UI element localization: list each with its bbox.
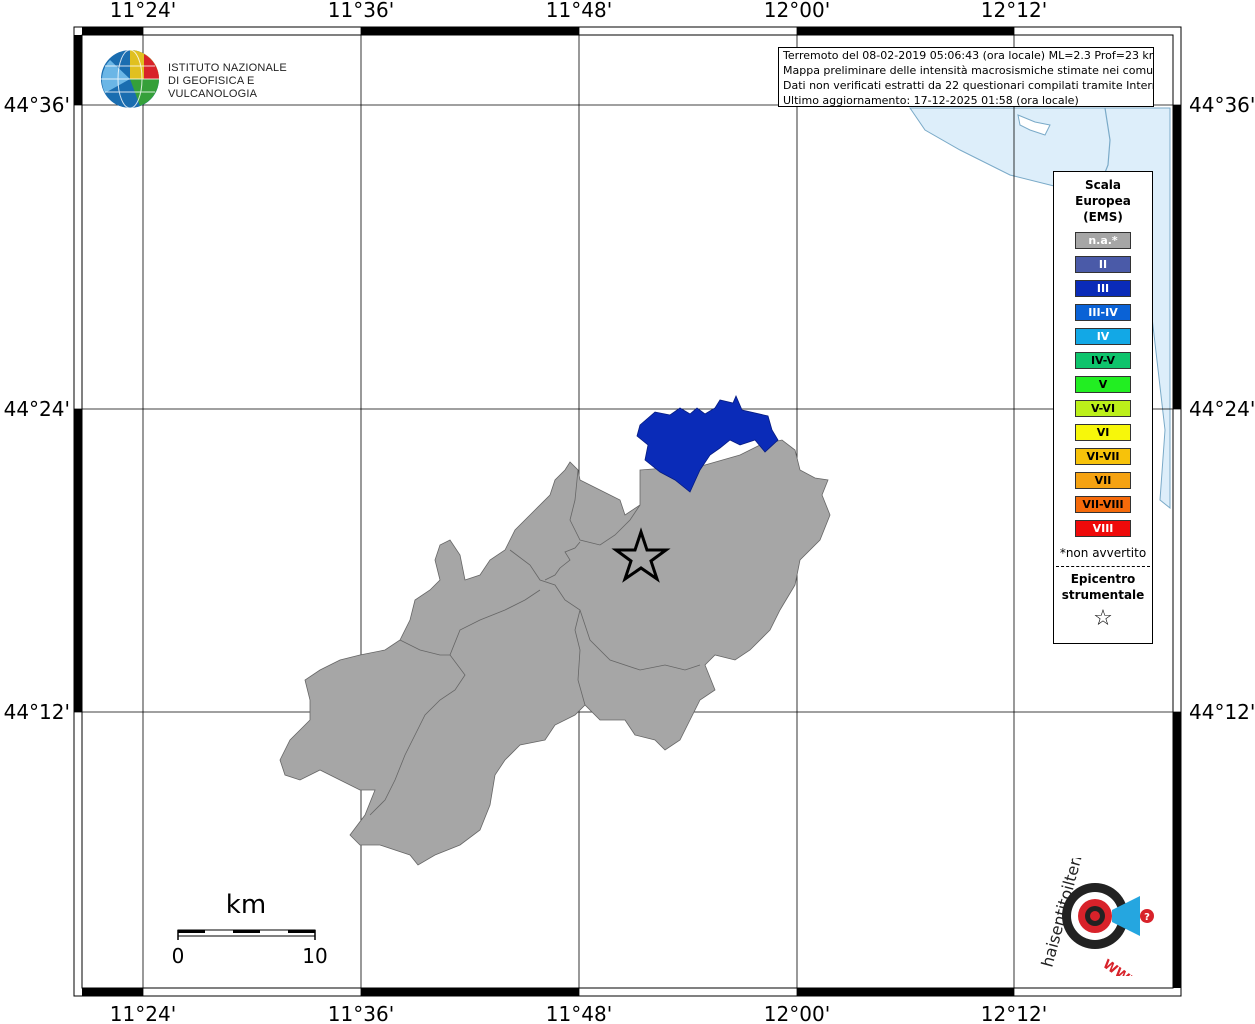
scale-end: 10	[302, 944, 327, 968]
legend-item: VII-VIII	[1075, 496, 1131, 513]
lon-labels-bottom: 11°24' 11°36' 11°48' 12°00' 12°12'	[110, 1002, 1047, 1024]
lat-label: 44°12'	[4, 700, 70, 724]
legend-note: *non avvertito	[1059, 546, 1147, 560]
lon-label: 12°12'	[981, 1002, 1047, 1024]
scale-bar: km 0 10	[172, 890, 328, 968]
legend-title: Scala Europea (EMS)	[1075, 178, 1131, 224]
event-info-line: Ultimo aggiornamento: 17-12-2025 01:58 (…	[783, 94, 1079, 107]
event-info-line: Dati non verificati estratti da 22 quest…	[783, 79, 1154, 92]
legend-item: V-VI	[1075, 400, 1131, 417]
lon-label: 11°24'	[110, 1002, 176, 1024]
legend-item: IV-V	[1075, 352, 1131, 369]
lat-labels-right: 44°36' 44°24' 44°12'	[1189, 93, 1255, 724]
lat-label: 44°36'	[1189, 93, 1255, 117]
legend-item: III-IV	[1075, 304, 1131, 321]
legend-items: n.a.* II III III-IV IV IV-V V V-VI VI VI-VII VII VI…	[1054, 232, 1152, 537]
legend-item: V	[1075, 376, 1131, 393]
ingv-name: ISTITUTO NAZIONALE DI GEOFISICA E VULCAN…	[168, 62, 287, 100]
legend-item: VIII	[1075, 520, 1131, 537]
event-info-box: Terremoto del 08-02-2019 05:06:43 (ora l…	[778, 47, 1154, 107]
lat-label: 44°12'	[1189, 700, 1255, 724]
lat-label: 44°36'	[4, 93, 70, 117]
hsit-www: WWW.	[1100, 957, 1147, 976]
lon-label: 11°48'	[546, 0, 612, 22]
lon-label: 11°36'	[328, 0, 394, 22]
lon-label: 11°36'	[328, 1002, 394, 1024]
legend-separator	[1056, 566, 1150, 567]
ems-legend: Scala Europea (EMS) n.a.* II III III-IV IV IV…	[1053, 171, 1153, 644]
ingv-logo: ISTITUTO NAZIONALE DI GEOFISICA E VULCAN…	[100, 48, 330, 110]
lat-label: 44°24'	[1189, 397, 1255, 421]
legend-item: VI	[1075, 424, 1131, 441]
legend-star-icon: ☆	[1093, 606, 1113, 631]
scale-unit: km	[226, 890, 266, 920]
hsit-logo: ? haisentitoilterremoto.it WWW.	[1030, 787, 1160, 996]
lon-label: 12°00'	[764, 0, 830, 22]
municipalities-na	[279, 439, 831, 866]
lat-label: 44°24'	[4, 397, 70, 421]
legend-item: III	[1075, 280, 1131, 297]
legend-item: n.a.*	[1075, 232, 1131, 249]
event-info-line: Mappa preliminare delle intensità macros…	[783, 64, 1154, 77]
lon-label: 11°48'	[546, 1002, 612, 1024]
legend-item: II	[1075, 256, 1131, 273]
lon-labels-top: 11°24' 11°36' 11°48' 12°00' 12°12'	[110, 0, 1047, 22]
lon-label: 12°12'	[981, 0, 1047, 22]
lat-labels-left: 44°36' 44°24' 44°12'	[4, 93, 70, 724]
lon-label: 12°00'	[764, 1002, 830, 1024]
legend-epicenter-label: Epicentro strumentale	[1061, 572, 1145, 602]
legend-item: IV	[1075, 328, 1131, 345]
event-info-line: Terremoto del 08-02-2019 05:06:43 (ora l…	[783, 49, 1154, 62]
lon-label: 11°24'	[110, 0, 176, 22]
legend-item: VI-VII	[1075, 448, 1131, 465]
svg-text:?: ?	[1144, 912, 1150, 923]
globe-icon	[101, 49, 159, 109]
scale-start: 0	[172, 944, 185, 968]
legend-item: VII	[1075, 472, 1131, 489]
